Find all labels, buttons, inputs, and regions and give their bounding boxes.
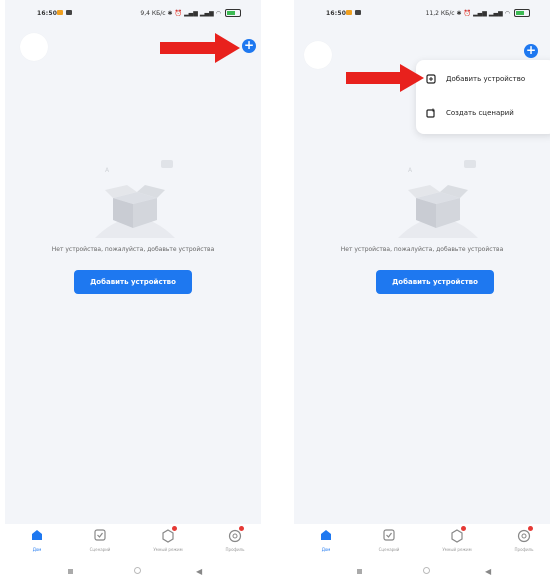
bluetooth-icon: ✱ [167,9,173,17]
empty-message: Нет устройства, пожалуйста, добавьте уст… [51,246,215,253]
battery-icon [225,9,241,17]
system-nav-bar: ◀ [5,560,261,582]
status-time: 16:50 [326,10,347,17]
nav-label: Дом [321,547,331,552]
network-speed: 9,4 КБ/с [140,9,166,17]
add-button[interactable]: + [242,39,256,53]
svg-text:A: A [408,167,413,174]
nav-label: Профиль [514,547,534,552]
signal-icon: ▂▄▆ [473,9,487,17]
nav-item-home[interactable]: Дом [306,526,346,552]
empty-box-illustration: A [95,160,175,238]
notification-icon [346,10,352,15]
menu-item-label: Добавить устройство [446,75,526,83]
nav-label: Умный режим [153,547,183,552]
scene-icon [94,529,106,541]
empty-message: Нет устройства, пожалуйста, добавьте уст… [340,246,504,253]
smart-mode-icon [161,526,177,543]
add-dropdown-menu: Добавить устройство Создать сценарий [416,60,550,134]
create-scene-icon [426,108,435,118]
nav-item-home[interactable]: Дом [17,526,57,552]
bluetooth-icon: ✱ [456,9,462,17]
status-icons: 11,2 КБ/с ✱ ⏰ ▂▄▆ ▂▄▆ ◠ [426,9,530,17]
nav-label: Сценарий [89,547,111,552]
notification-badge [528,526,533,531]
nav-item-profile[interactable]: Профиль [215,526,255,552]
profile-icon [228,526,244,543]
menu-item-create-scene[interactable]: Создать сценарий [426,104,514,122]
avatar[interactable] [304,41,332,69]
menu-item-label: Создать сценарий [446,109,514,117]
plus-icon: + [243,38,255,52]
network-speed: 11,2 КБ/с [425,9,455,17]
system-nav-bar: ◀ [294,560,550,582]
notification-icon [355,10,361,15]
add-device-icon [426,74,436,84]
nav-item-scene[interactable]: Сценарий [80,526,120,552]
alarm-icon: ⏰ [174,9,183,17]
notification-icon [66,10,72,15]
svg-text:A: A [105,167,110,174]
add-device-button[interactable]: Добавить устройство [376,270,494,294]
battery-icon [514,9,530,17]
nav-item-smart-mode[interactable]: Умный режим [148,526,188,552]
home-icon [321,530,331,540]
nav-label: Профиль [225,547,245,552]
status-bar: 16:50 9,4 КБ/с ✱ ⏰ ▂▄▆ ▂▄▆ ◠ [5,0,261,24]
avatar[interactable] [20,33,48,61]
nav-item-profile[interactable]: Профиль [504,526,544,552]
notification-badge [461,526,466,531]
phone-screen-right: 16:50 11,2 КБ/с ✱ ⏰ ▂▄▆ ▂▄▆ ◠ + Добавить… [294,0,550,582]
bottom-nav: Дом Сценарий Умный режим Профиль [294,524,550,560]
status-icons: 9,4 КБ/с ✱ ⏰ ▂▄▆ ▂▄▆ ◠ [140,9,241,17]
notification-badge [239,526,244,531]
nav-label: Умный режим [442,547,472,552]
nav-label: Сценарий [378,547,400,552]
nav-item-scene[interactable]: Сценарий [369,526,409,552]
status-time: 16:50 [37,10,58,17]
wifi-icon: ◠ [504,9,510,17]
smart-mode-icon [450,526,466,543]
bottom-nav: Дом Сценарий Умный режим Профиль [5,524,261,560]
add-button[interactable]: + [524,44,538,58]
nav-label: Дом [32,547,42,552]
back-icon[interactable]: ◀ [196,567,202,576]
home-icon [32,530,42,540]
nav-item-smart-mode[interactable]: Умный режим [437,526,477,552]
home-system-icon[interactable] [134,567,141,574]
status-bar: 16:50 11,2 КБ/с ✱ ⏰ ▂▄▆ ▂▄▆ ◠ [294,0,550,24]
home-system-icon[interactable] [423,567,430,574]
recent-apps-icon[interactable] [357,569,362,574]
signal-icon: ▂▄▆ [184,9,198,17]
alarm-icon: ⏰ [463,9,472,17]
red-arrow-annotation [160,33,240,63]
empty-box-illustration: A [398,160,478,238]
profile-icon [517,526,533,543]
notification-badge [172,526,177,531]
scene-icon [383,529,395,541]
signal-icon: ▂▄▆ [199,9,214,17]
add-device-button[interactable]: Добавить устройство [74,270,192,294]
back-icon[interactable]: ◀ [485,567,491,576]
red-arrow-annotation [346,64,424,92]
signal-icon: ▂▄▆ [488,9,503,17]
recent-apps-icon[interactable] [68,569,73,574]
plus-icon: + [525,43,537,57]
wifi-icon: ◠ [215,9,221,17]
phone-screen-left: 16:50 9,4 КБ/с ✱ ⏰ ▂▄▆ ▂▄▆ ◠ + A Нет уст… [5,0,261,582]
notification-icon [57,10,63,15]
menu-item-add-device[interactable]: Добавить устройство [426,70,525,88]
